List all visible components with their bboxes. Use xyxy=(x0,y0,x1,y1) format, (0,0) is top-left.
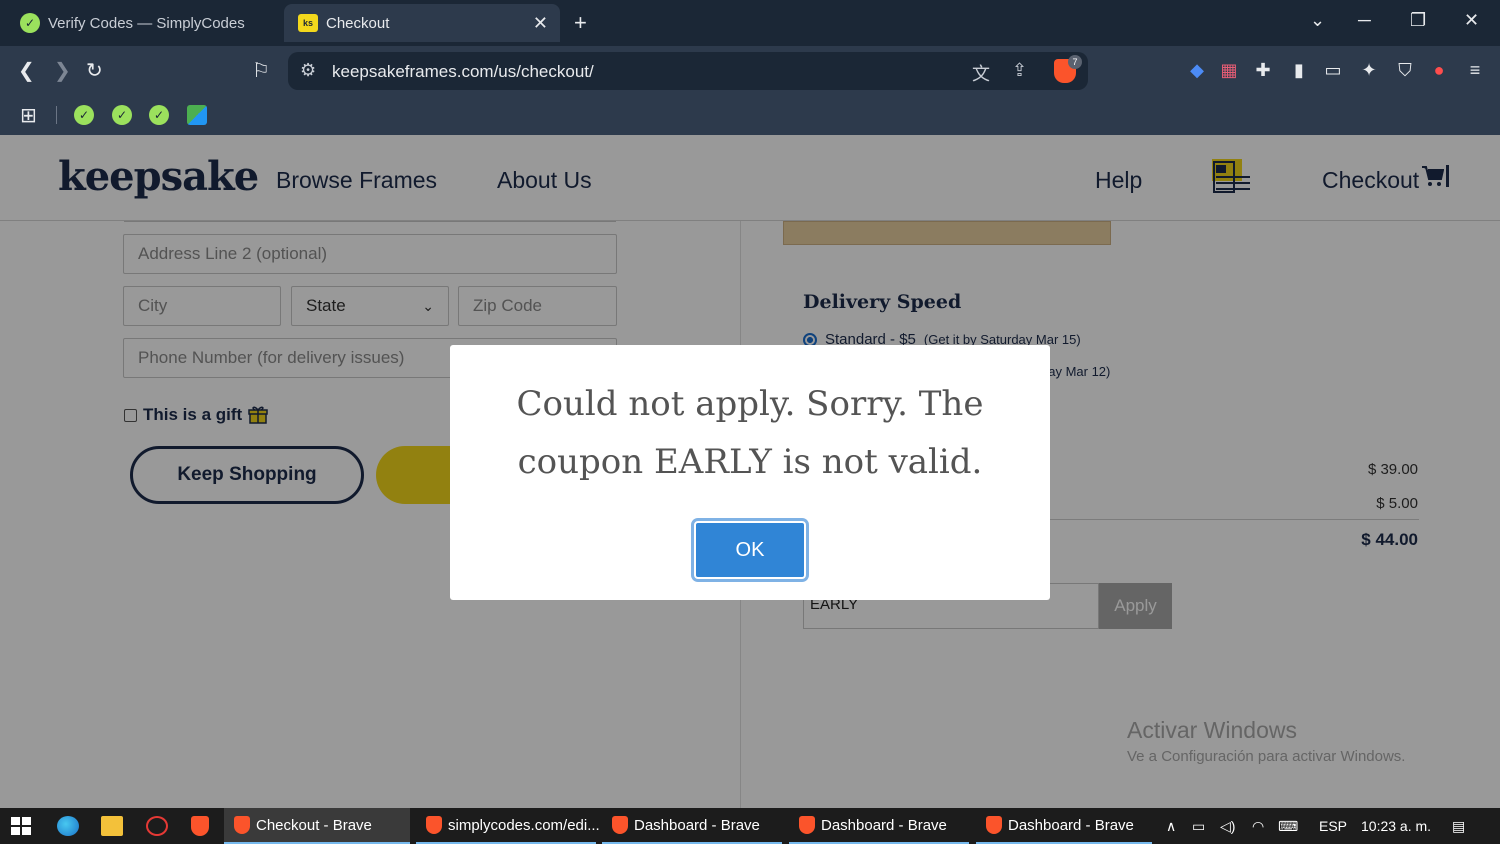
close-window-icon[interactable]: ✕ xyxy=(1464,10,1479,31)
bookmark-colorful-icon[interactable] xyxy=(187,105,207,125)
windows-taskbar: Checkout - Brave simplycodes.com/edi... … xyxy=(0,808,1500,844)
checkout-page: keepsake Browse Frames About Us Help Che… xyxy=(0,135,1500,808)
restore-icon[interactable]: ❐ xyxy=(1410,10,1426,31)
task-label: Dashboard - Brave xyxy=(821,816,947,834)
translate-icon[interactable]: 文 xyxy=(972,60,990,86)
forward-icon[interactable]: ❯ xyxy=(54,58,71,83)
task-label: Dashboard - Brave xyxy=(1008,816,1134,834)
rewards-icon[interactable]: ● xyxy=(1428,60,1450,82)
wifi-icon[interactable]: ◠ xyxy=(1252,818,1264,835)
apps-grid-icon[interactable]: ⊞ xyxy=(20,103,37,128)
wallet-icon[interactable]: ▭ xyxy=(1322,60,1344,82)
share-icon[interactable]: ⇪ xyxy=(1012,60,1027,81)
simplycodes-favicon-icon: ✓ xyxy=(20,13,40,33)
task-label: Checkout - Brave xyxy=(256,816,372,834)
notifications-icon[interactable]: ▤ xyxy=(1452,818,1465,835)
tab-title: Verify Codes — SimplyCodes xyxy=(48,14,245,32)
task-label: simplycodes.com/edi... xyxy=(448,816,600,834)
windows-start-icon[interactable] xyxy=(10,816,32,836)
taskbar-dashboard-1[interactable]: Dashboard - Brave xyxy=(602,808,782,844)
address-bar[interactable]: ⚙ keepsakeframes.com/us/checkout/ 文 ⇪ 7 xyxy=(288,52,1088,90)
bookmark-icon[interactable]: ⚐ xyxy=(252,58,270,83)
reload-icon[interactable]: ↻ xyxy=(86,58,103,83)
keepsake-favicon-icon: ks xyxy=(298,14,318,32)
vpn-shield-icon[interactable]: ⛉ xyxy=(1394,60,1416,82)
taskbar-dashboard-2[interactable]: Dashboard - Brave xyxy=(789,808,969,844)
volume-icon[interactable]: ◁) xyxy=(1220,818,1235,835)
leo-ai-icon[interactable]: ✦ xyxy=(1358,60,1380,82)
extensions-puzzle-icon[interactable]: ✚ xyxy=(1252,60,1274,82)
keyboard-icon[interactable]: ⌨ xyxy=(1278,818,1298,835)
tray-chevron-up-icon[interactable]: ∧ xyxy=(1166,818,1176,835)
url-text[interactable]: keepsakeframes.com/us/checkout/ xyxy=(332,62,594,82)
taskbar-simplycodes[interactable]: simplycodes.com/edi... xyxy=(416,808,600,844)
brave-icon xyxy=(799,816,815,834)
bookmarks-bar: ⊞ ✓ ✓ ✓ xyxy=(0,96,1500,135)
taskbar-checkout-brave[interactable]: Checkout - Brave xyxy=(224,808,410,844)
language-indicator[interactable]: ESP xyxy=(1319,818,1347,834)
clock[interactable]: 10:23 a. m. xyxy=(1361,818,1431,834)
brave-icon xyxy=(612,816,628,834)
shields-count-badge: 7 xyxy=(1068,55,1082,69)
new-tab-icon[interactable]: + xyxy=(574,10,587,36)
file-explorer-icon[interactable] xyxy=(101,816,123,836)
brave-icon xyxy=(426,816,442,834)
coupon-error-dialog: Could not apply. Sorry. The coupon EARLY… xyxy=(450,345,1050,600)
taskbar-dashboard-3[interactable]: Dashboard - Brave xyxy=(976,808,1152,844)
battery-icon[interactable]: ▭ xyxy=(1192,818,1205,835)
bookmark-simplycodes-icon[interactable]: ✓ xyxy=(149,105,169,125)
brave-taskbar-icon[interactable] xyxy=(191,816,209,836)
close-tab-icon[interactable]: ✕ xyxy=(533,13,548,34)
brave-icon xyxy=(234,816,250,834)
menu-icon[interactable]: ≡ xyxy=(1464,60,1486,82)
tab-title: Checkout xyxy=(326,14,390,32)
extension-translate-icon[interactable]: ◆ xyxy=(1186,60,1208,82)
sidebar-icon[interactable]: ▮ xyxy=(1288,60,1310,82)
brave-icon xyxy=(986,816,1002,834)
extension-calendar-icon[interactable]: ▦ xyxy=(1218,60,1240,82)
app-red-icon[interactable] xyxy=(146,816,168,836)
tab-simplycodes[interactable]: ✓ Verify Codes — SimplyCodes xyxy=(6,4,274,42)
back-icon[interactable]: ❮ xyxy=(18,58,35,83)
tab-checkout[interactable]: ks Checkout ✕ xyxy=(284,4,560,42)
bookmark-simplycodes-icon[interactable]: ✓ xyxy=(74,105,94,125)
browser-tab-bar: ✓ Verify Codes — SimplyCodes ks Checkout… xyxy=(0,0,1500,46)
dialog-message: Could not apply. Sorry. The coupon EARLY… xyxy=(516,384,984,482)
bookmarks-divider xyxy=(56,106,57,124)
tab-list-chevron-icon[interactable]: ⌄ xyxy=(1310,10,1325,31)
minimize-icon[interactable]: ─ xyxy=(1358,10,1371,31)
task-label: Dashboard - Brave xyxy=(634,816,760,834)
browser-toolbar: ❮ ❯ ↻ ⚐ ⚙ keepsakeframes.com/us/checkout… xyxy=(0,46,1500,96)
edge-icon[interactable] xyxy=(57,816,79,836)
ok-button[interactable]: OK xyxy=(694,521,806,579)
bookmark-simplycodes-icon[interactable]: ✓ xyxy=(112,105,132,125)
site-settings-icon[interactable]: ⚙ xyxy=(300,60,316,81)
